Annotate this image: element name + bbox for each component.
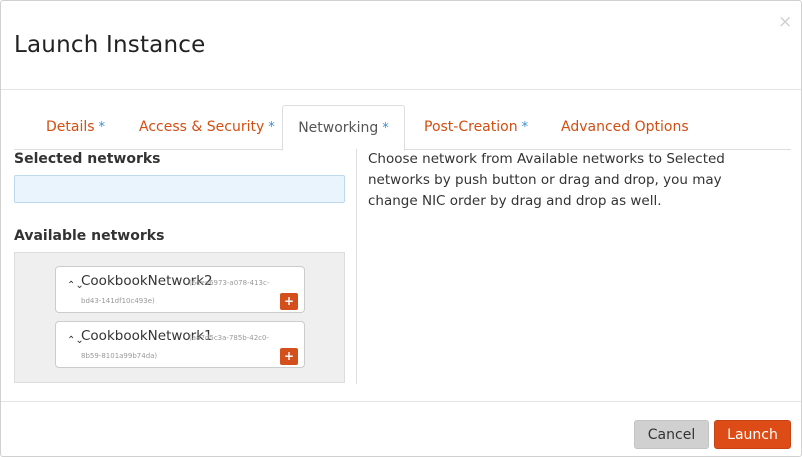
required-star-icon: *: [98, 120, 106, 135]
tab-post-creation[interactable]: Post-Creation *: [424, 105, 528, 150]
required-star-icon: *: [382, 121, 389, 136]
available-networks-list: ⌃⌄ CookbookNetwork2 (6eea6973-a078-413c-…: [14, 252, 345, 383]
add-network-button[interactable]: +: [280, 293, 298, 310]
network-item-cookbooknetwork2[interactable]: ⌃⌄ CookbookNetwork2 (6eea6973-a078-413c-…: [55, 266, 305, 313]
tab-post-creation-label: Post-Creation: [424, 119, 518, 135]
close-icon[interactable]: ×: [778, 12, 792, 32]
tab-networking[interactable]: Networking *: [282, 105, 405, 151]
tab-advanced-options-label: Advanced Options: [561, 119, 689, 135]
drag-handle-icon[interactable]: ⌃⌄: [67, 336, 84, 346]
drag-handle-icon[interactable]: ⌃⌄: [67, 281, 84, 291]
networking-help-text: Choose network from Available networks t…: [368, 151, 725, 209]
tab-access-security[interactable]: Access & Security *: [139, 105, 275, 150]
dialog-header: Launch Instance ×: [1, 1, 801, 90]
launch-instance-dialog: Launch Instance × Details * Access & Secu…: [0, 0, 802, 457]
selected-networks-dropzone[interactable]: [14, 175, 345, 203]
network-id: (6eea6973-a078-413c-: [189, 279, 270, 287]
network-id-continued: bd43-141df10c493e): [81, 297, 155, 305]
required-star-icon: *: [521, 120, 529, 135]
tab-details[interactable]: Details *: [46, 105, 105, 150]
cancel-button[interactable]: Cancel: [634, 420, 709, 449]
network-id-continued: 8b59-8101a99b74da): [81, 352, 158, 360]
dialog-title: Launch Instance: [14, 32, 206, 58]
network-id: (a87d5c3a-785b-42c0-: [189, 334, 270, 342]
tab-advanced-options[interactable]: Advanced Options: [561, 105, 689, 150]
required-star-icon: *: [268, 120, 275, 135]
tab-networking-label: Networking: [298, 120, 379, 136]
selected-networks-label: Selected networks: [14, 151, 161, 167]
dialog-footer: Cancel Launch: [1, 401, 801, 457]
wizard-tabs: Details * Access & Security * Networking * …: [14, 105, 791, 151]
tab-access-security-label: Access & Security: [139, 119, 265, 135]
add-network-button[interactable]: +: [280, 348, 298, 365]
network-selection-panel: Selected networks Available networks ⌃⌄ …: [14, 149, 357, 384]
tab-details-label: Details: [46, 119, 95, 135]
network-item-cookbooknetwork1[interactable]: ⌃⌄ CookbookNetwork1 (a87d5c3a-785b-42c0-…: [55, 321, 305, 368]
available-networks-label: Available networks: [14, 228, 165, 244]
launch-button[interactable]: Launch: [714, 420, 791, 449]
